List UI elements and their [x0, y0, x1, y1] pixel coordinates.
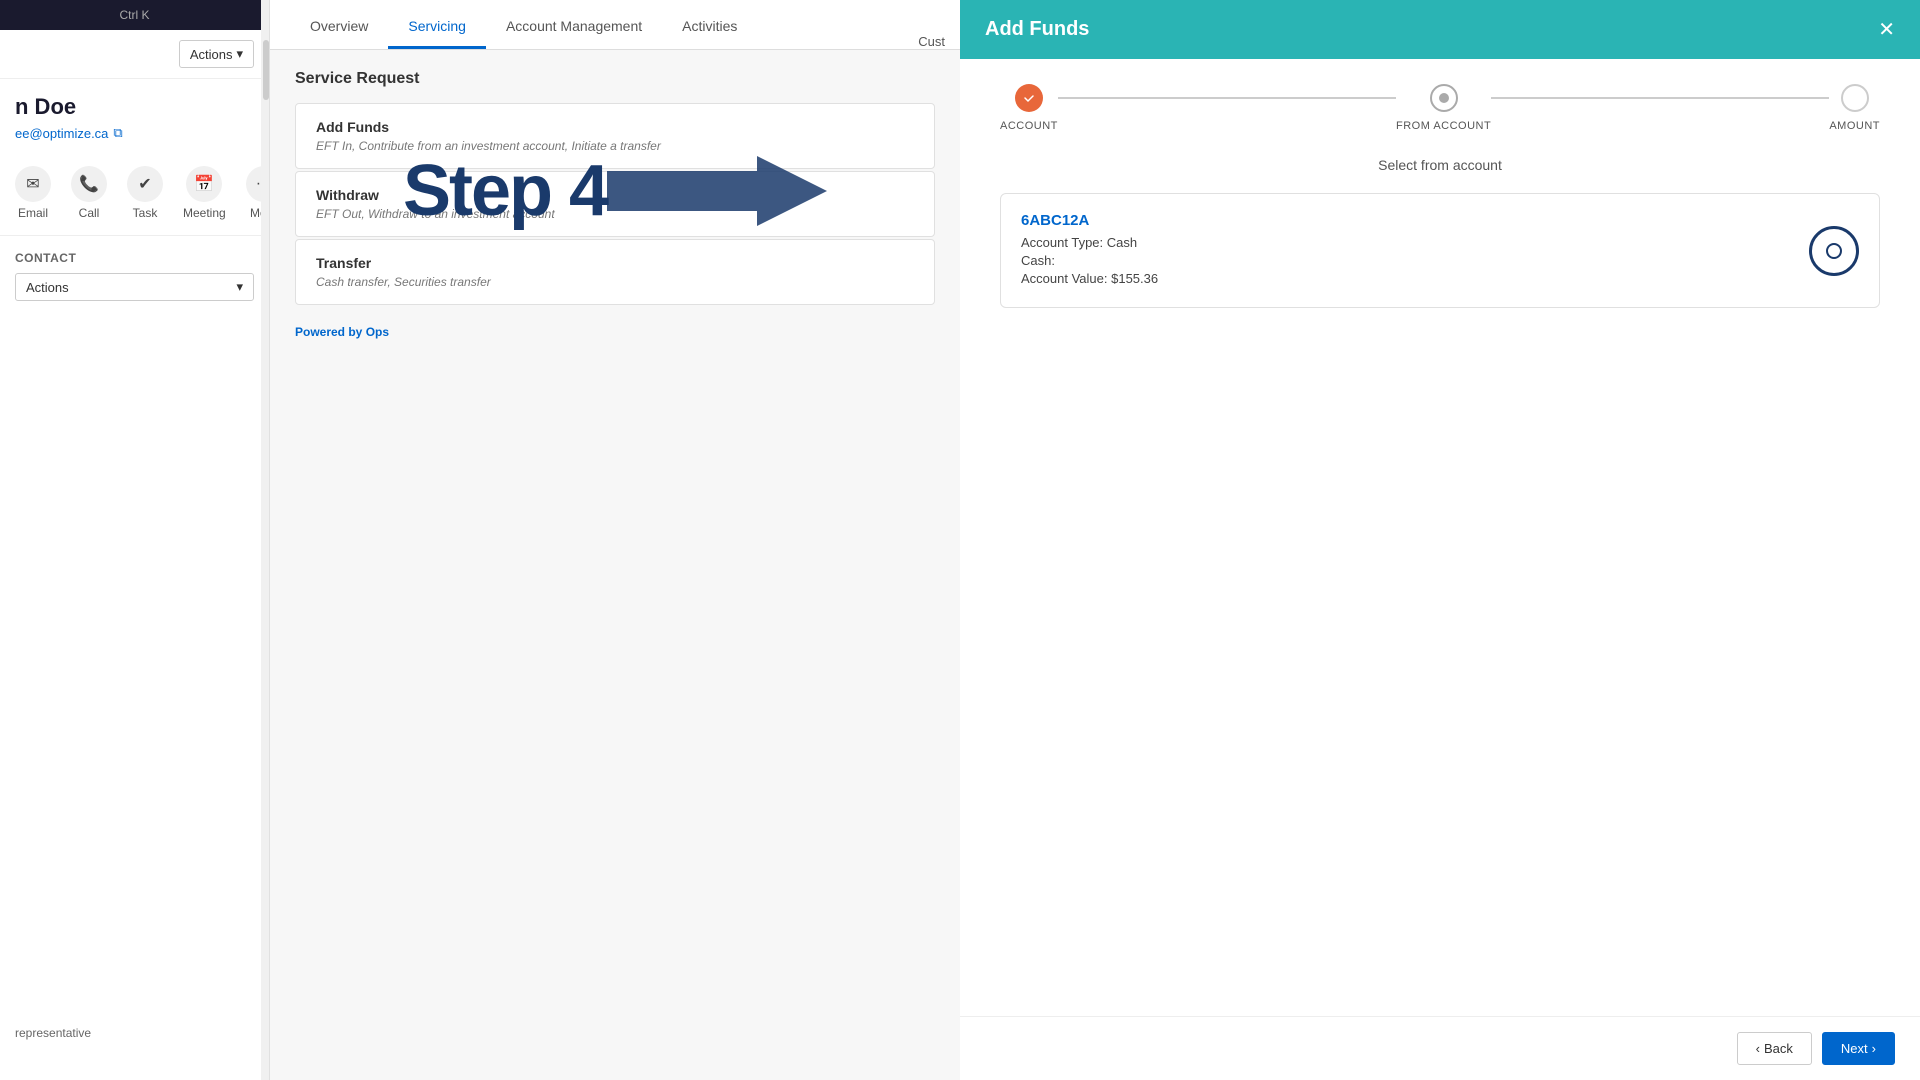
account-card-6abc12a[interactable]: 6ABC12A Account Type: Cash Cash: Account…: [1000, 193, 1880, 308]
stepper-label-account: ACCOUNT: [1000, 120, 1058, 132]
account-id: 6ABC12A: [1021, 212, 1158, 229]
transfer-desc: Cash transfer, Securities transfer: [316, 275, 914, 289]
panel-content: Select from account 6ABC12A Account Type…: [960, 147, 1920, 1016]
contact-actions-row: ✉ Email 📞 Call ✔ Task 📅 Meeting ··· More: [0, 156, 269, 236]
task-label: Task: [133, 206, 158, 220]
stepper-label-from-account: FROM ACCOUNT: [1396, 120, 1491, 132]
main-tabs: Overview Servicing Account Management Ac…: [270, 0, 960, 50]
account-value: Account Value: $155.36: [1021, 271, 1158, 286]
add-funds-title: Add Funds: [316, 119, 914, 135]
email-action[interactable]: ✉ Email: [15, 166, 51, 220]
add-funds-panel: Add Funds ✕ ACCOUNT FROM ACCOUNT AMOUNT: [960, 0, 1920, 1080]
email-label: Email: [18, 206, 48, 220]
contact-section-label: Contact: [0, 236, 269, 273]
cust-label: Cust: [918, 34, 945, 49]
withdraw-desc: EFT Out, Withdraw to an investment accou…: [316, 207, 914, 221]
tab-activities[interactable]: Activities: [662, 4, 757, 49]
contact-actions-dropdown: Actions ▾: [15, 273, 254, 301]
stepper: ACCOUNT FROM ACCOUNT AMOUNT: [960, 59, 1920, 147]
panel-close-button[interactable]: ✕: [1878, 20, 1895, 40]
task-icon: ✔: [127, 166, 163, 202]
service-request-section: Service Request Add Funds EFT In, Contri…: [270, 50, 960, 359]
from-account-subtitle: Select from account: [1000, 157, 1880, 173]
chevron-down-icon-2: ▾: [236, 279, 243, 295]
contact-email: ee@optimize.ca ⧉: [0, 125, 269, 156]
chevron-down-icon: ▾: [236, 46, 243, 62]
powered-by: Powered by Ops: [295, 325, 935, 339]
copy-icon[interactable]: ⧉: [113, 125, 122, 141]
add-funds-card[interactable]: Add Funds EFT In, Contribute from an inv…: [295, 103, 935, 169]
service-request-title: Service Request: [295, 70, 935, 88]
withdraw-card[interactable]: Withdraw EFT Out, Withdraw to an investm…: [295, 171, 935, 237]
panel-header: Add Funds ✕: [960, 0, 1920, 59]
call-action[interactable]: 📞 Call: [71, 166, 107, 220]
task-action[interactable]: ✔ Task: [127, 166, 163, 220]
panel-footer: ‹ Back Next ›: [960, 1016, 1920, 1080]
stepper-circle-from-account: [1430, 84, 1458, 112]
account-type: Account Type: Cash: [1021, 235, 1158, 250]
next-chevron-icon: ›: [1872, 1041, 1876, 1056]
stepper-step-amount: AMOUNT: [1829, 84, 1880, 132]
stepper-circle-account: [1015, 84, 1043, 112]
stepper-step-account: ACCOUNT: [1000, 84, 1058, 132]
meeting-icon: 📅: [186, 166, 222, 202]
tab-account-management[interactable]: Account Management: [486, 4, 662, 49]
stepper-circle-amount: [1841, 84, 1869, 112]
add-funds-desc: EFT In, Contribute from an investment ac…: [316, 139, 914, 153]
sidebar-actions-button[interactable]: Actions ▾: [179, 40, 254, 68]
sidebar-scrollbar-thumb: [263, 40, 269, 100]
account-cash: Cash:: [1021, 253, 1158, 268]
sidebar-actions-bar: Actions ▾: [0, 30, 269, 79]
stepper-step-from-account: FROM ACCOUNT: [1396, 84, 1491, 132]
back-button[interactable]: ‹ Back: [1737, 1032, 1812, 1065]
panel-title: Add Funds: [985, 18, 1089, 41]
tab-overview[interactable]: Overview: [290, 4, 388, 49]
meeting-label: Meeting: [183, 206, 226, 220]
contact-name: n Doe: [0, 79, 269, 125]
tab-servicing[interactable]: Servicing: [388, 4, 486, 49]
call-label: Call: [79, 206, 100, 220]
account-radio-button[interactable]: [1809, 226, 1859, 276]
back-chevron-icon: ‹: [1756, 1041, 1760, 1056]
transfer-title: Transfer: [316, 255, 914, 271]
stepper-line-1: [1058, 97, 1396, 99]
transfer-card[interactable]: Transfer Cash transfer, Securities trans…: [295, 239, 935, 305]
representative-label: representative: [15, 1026, 91, 1040]
account-radio-inner: [1826, 243, 1842, 259]
account-card-info: 6ABC12A Account Type: Cash Cash: Account…: [1021, 212, 1158, 289]
tab-navigation: Overview Servicing Account Management Ac…: [290, 4, 757, 49]
stepper-label-amount: AMOUNT: [1829, 120, 1880, 132]
stepper-line-2: [1491, 97, 1829, 99]
top-bar: Ctrl K: [0, 0, 269, 30]
sidebar-scrollbar[interactable]: [261, 0, 269, 1080]
email-icon: ✉: [15, 166, 51, 202]
main-content: Overview Servicing Account Management Ac…: [270, 0, 960, 1080]
keyboard-shortcut: Ctrl K: [120, 8, 150, 22]
phone-icon: 📞: [71, 166, 107, 202]
sidebar: Ctrl K Actions ▾ n Doe ee@optimize.ca ⧉ …: [0, 0, 270, 1080]
next-button[interactable]: Next ›: [1822, 1032, 1895, 1065]
powered-by-brand: Ops: [366, 325, 389, 339]
contact-actions-dropdown-button[interactable]: Actions ▾: [15, 273, 254, 301]
withdraw-title: Withdraw: [316, 187, 914, 203]
meeting-action[interactable]: 📅 Meeting: [183, 166, 226, 220]
